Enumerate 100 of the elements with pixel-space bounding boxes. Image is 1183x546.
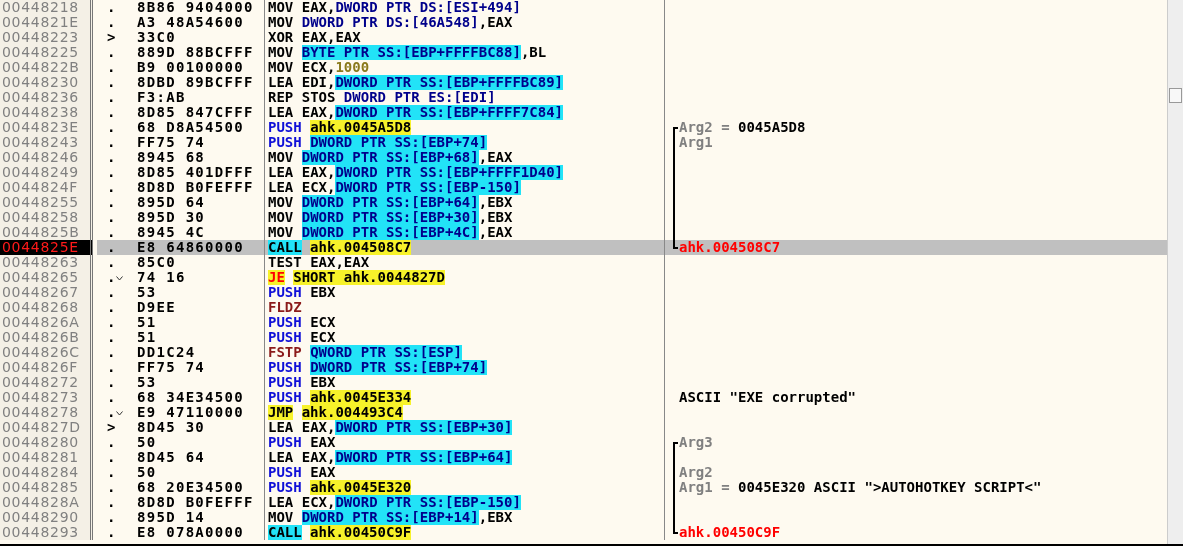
hex-bytes: 51 (137, 315, 157, 330)
instruction: MOV DWORD PTR DS:[46A548],EAX (265, 15, 665, 30)
row-marker: . (107, 435, 116, 450)
hex-bytes: E8 078A0000 (137, 525, 245, 540)
address-cell[interactable]: 0044821E (0, 15, 93, 30)
address-cell[interactable]: 0044828A (0, 495, 93, 510)
instruction: CALL ahk.004508C7 (265, 240, 665, 255)
instruction: PUSH DWORD PTR SS:[EBP+74] (265, 135, 665, 150)
hex-bytes: 8DBD 89BCFFF (137, 75, 254, 90)
row-marker: . (107, 210, 116, 225)
scrollbar[interactable] (1167, 0, 1183, 544)
hex-bytes: FF75 74 (137, 135, 206, 150)
row-marker: . (107, 465, 116, 480)
hex-bytes: FF75 74 (137, 360, 206, 375)
comment-text: ahk.00450C9F (678, 525, 781, 540)
address-cell[interactable]: 00448249 (0, 165, 93, 180)
hex-bytes: A3 48A54600 (137, 15, 245, 30)
hex-bytes: 8B86 9404000 (137, 0, 254, 15)
hex-bytes: 68 20E34500 (137, 480, 245, 495)
address-cell[interactable]: 00448236 (0, 90, 93, 105)
address-cell[interactable]: 00448278 (0, 405, 93, 420)
address-cell[interactable]: 00448238 (0, 105, 93, 120)
address-cell[interactable]: 00448246 (0, 150, 93, 165)
address-cell[interactable]: 00448263 (0, 255, 93, 270)
address-cell[interactable]: 0044822B (0, 60, 93, 75)
hex-bytes: 8D45 30 (137, 420, 206, 435)
address-cell[interactable]: 0044827D (0, 420, 93, 435)
address-cell[interactable]: 0044826C (0, 345, 93, 360)
row-marker: . (107, 15, 116, 30)
address-cell[interactable]: 0044825B (0, 225, 93, 240)
hex-bytes: 53 (137, 375, 157, 390)
row-marker: . (107, 90, 116, 105)
row-marker: > (107, 420, 116, 435)
instruction: MOV DWORD PTR SS:[EBP+64],EBX (265, 195, 665, 210)
row-marker: . (107, 390, 116, 405)
row-marker: > (107, 30, 116, 45)
address-cell[interactable]: 00448218 (0, 0, 93, 15)
hex-bytes: 68 D8A54500 (137, 120, 245, 135)
instruction: CALL ahk.00450C9F (265, 525, 665, 540)
row-marker: . (107, 135, 116, 150)
row-marker: . (107, 0, 116, 15)
hex-bytes: 8D8D B0FEFFF (137, 495, 254, 510)
row-marker: . (107, 375, 116, 390)
row-marker: . (107, 45, 116, 60)
hex-bytes: 51 (137, 330, 157, 345)
address-cell[interactable]: 0044826F (0, 360, 93, 375)
instruction: FLDZ (265, 300, 665, 315)
instruction: LEA EAX,DWORD PTR SS:[EBP+64] (265, 450, 665, 465)
hex-bytes: 895D 64 (137, 195, 206, 210)
hex-bytes: F3:AB (137, 90, 186, 105)
row-marker: . (107, 75, 116, 90)
address-cell[interactable]: 00448265 (0, 270, 93, 285)
hex-bytes: 8D85 401DFFF (137, 165, 254, 180)
address-cell[interactable]: 00448272 (0, 375, 93, 390)
address-cell[interactable]: 00448273 (0, 390, 93, 405)
comment-text: ahk.004508C7 (678, 240, 781, 255)
address-cell[interactable]: 00448243 (0, 135, 93, 150)
hex-bytes: 895D 30 (137, 210, 206, 225)
row-marker: . (107, 525, 116, 540)
row-marker: . (107, 480, 116, 495)
hex-bytes: 889D 88BCFFF (137, 45, 254, 60)
row-marker: . (107, 195, 116, 210)
row-marker: . (107, 180, 116, 195)
address-cell[interactable]: 00448258 (0, 210, 93, 225)
address-cell[interactable]: 00448267 (0, 285, 93, 300)
address-cell[interactable]: 0044825E (0, 240, 93, 255)
hex-bytes: 8945 68 (137, 150, 206, 165)
address-cell[interactable]: 00448225 (0, 45, 93, 60)
address-cell[interactable]: 00448280 (0, 435, 93, 450)
row-marker: . (107, 360, 116, 375)
row-marker: . (107, 345, 116, 360)
address-cell[interactable]: 00448255 (0, 195, 93, 210)
address-cell[interactable]: 00448290 (0, 510, 93, 525)
hex-bytes: 50 (137, 435, 157, 450)
row-marker: . (107, 255, 116, 270)
comment-text: Arg1 = 0045E320 ASCII ">AUTOHOTKEY SCRIPT<" (678, 480, 1042, 495)
address-cell[interactable]: 00448281 (0, 450, 93, 465)
row-marker: . (107, 60, 116, 75)
address-cell[interactable]: 0044824F (0, 180, 93, 195)
hex-bytes: E8 64860000 (137, 240, 245, 255)
scrollbar-thumb[interactable] (1169, 88, 1182, 103)
address-cell[interactable]: 00448293 (0, 525, 93, 540)
address-cell[interactable]: 00448284 (0, 465, 93, 480)
instruction: MOV EAX,DWORD PTR DS:[ESI+494] (265, 0, 665, 15)
address-cell[interactable]: 00448285 (0, 480, 93, 495)
hex-bytes: 53 (137, 285, 157, 300)
address-cell[interactable]: 0044826B (0, 330, 93, 345)
address-cell[interactable]: 00448268 (0, 300, 93, 315)
address-cell[interactable]: 0044823E (0, 120, 93, 135)
comment-text: Arg2 = 0045A5D8 (678, 120, 806, 135)
row-marker: . (107, 330, 116, 345)
address-cell[interactable]: 0044826A (0, 315, 93, 330)
instruction: LEA ECX,DWORD PTR SS:[EBP-150] (265, 180, 665, 195)
instruction: MOV DWORD PTR SS:[EBP+30],EBX (265, 210, 665, 225)
address-cell[interactable]: 00448230 (0, 75, 93, 90)
hex-bytes: 8D45 64 (137, 450, 206, 465)
address-cell[interactable]: 00448223 (0, 30, 93, 45)
instruction: MOV BYTE PTR SS:[EBP+FFFFBC88],BL (265, 45, 665, 60)
instruction: LEA ECX,DWORD PTR SS:[EBP-150] (265, 495, 665, 510)
hex-bytes: 74 16 (137, 270, 186, 285)
